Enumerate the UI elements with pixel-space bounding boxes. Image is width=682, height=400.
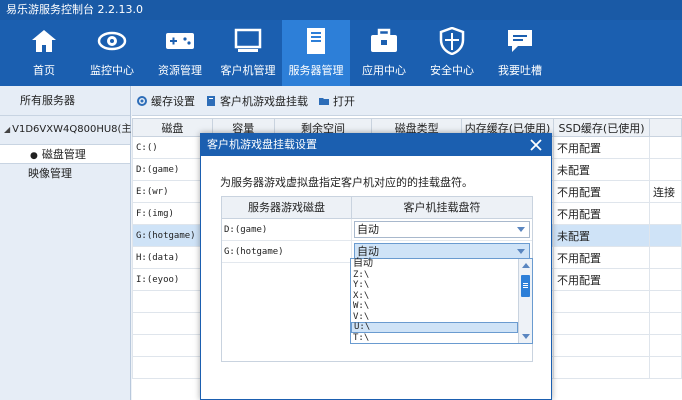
nav-home[interactable]: 首页 (10, 20, 78, 86)
cell-extra (648, 224, 682, 247)
cell-extra (648, 246, 682, 269)
nav-security-center-label: 安全中心 (430, 64, 474, 77)
cell-ssd: 不用配置 (553, 268, 650, 291)
toolbox-icon (369, 26, 399, 56)
disk-icon (205, 95, 217, 107)
server-icon (301, 26, 331, 56)
nav-home-label: 首页 (33, 64, 55, 77)
close-icon[interactable] (529, 138, 543, 152)
dialog-description: 为服务器游戏虚拟盘指定客户机对应的的挂载盘符。 (220, 176, 473, 189)
nav-server-management-label: 服务器管理 (288, 64, 344, 77)
cell-extra (648, 158, 682, 181)
nav-feedback[interactable]: 我要吐槽 (486, 20, 554, 86)
cell-extra (648, 202, 682, 225)
nav-client-management[interactable]: 客户机管理 (214, 20, 282, 86)
client-disk-mount-label: 客户机游戏盘挂载 (220, 94, 308, 108)
sidebar-item-disk-management[interactable]: ● 磁盘管理 (0, 144, 130, 164)
dialog-title: 客户机游戏盘挂载设置 (207, 138, 317, 151)
monitor-icon (233, 26, 263, 56)
dialog-title-bar: 客户机游戏盘挂载设置 (201, 134, 551, 156)
sidebar-item-label: 映像管理 (28, 167, 72, 180)
drive-letter-dropdown: 自动 Z:\ Y:\ X:\ W:\ V:\ U:\ T:\ (350, 258, 533, 344)
nav-resource-management-label: 资源管理 (158, 64, 202, 77)
eye-icon (97, 26, 127, 56)
chevron-down-icon[interactable] (522, 334, 530, 339)
dropdown-scrollbar[interactable] (518, 259, 532, 343)
dropdown-option[interactable]: Y:\ (351, 280, 518, 291)
window-title: 易乐游服务控制台 2.2.13.0 (0, 0, 682, 20)
sidebar-server[interactable]: ◢ V1D6VXW4Q800HU8(主) (0, 116, 135, 144)
dropdown-option[interactable]: U:\ (351, 322, 518, 333)
col-server-disk: 服务器游戏磁盘 (222, 197, 352, 218)
nav-resource-management[interactable]: 资源管理 (146, 20, 214, 86)
dropdown-option[interactable]: T:\ (351, 333, 518, 344)
shield-icon (437, 26, 467, 56)
col-client-letter: 客户机挂载盘符 (403, 201, 481, 214)
dropdown-option[interactable]: Z:\ (351, 270, 518, 281)
sidebar-item-image-management[interactable]: 映像管理 (0, 164, 130, 184)
sidebar: 所有服务器 ◢ V1D6VXW4Q800HU8(主) ● 磁盘管理 映像管理 (0, 86, 135, 400)
mount-row[interactable]: D:(game) 自动 (222, 219, 532, 241)
cell-extra: 连接 (648, 180, 682, 203)
nav-monitor-center-label: 监控中心 (90, 64, 134, 77)
dropdown-option[interactable]: V:\ (351, 312, 518, 323)
cache-settings-label: 缓存设置 (151, 94, 195, 108)
gamepad-icon (165, 26, 195, 56)
cache-settings-button[interactable]: 缓存设置 (136, 93, 195, 109)
chevron-down-icon[interactable] (517, 227, 525, 232)
top-nav: 首页 监控中心 资源管理 客户机管理 服务器管理 应用中心 安全中心 我要吐槽 (0, 20, 682, 86)
drive-letter-select[interactable]: 自动 (354, 221, 530, 238)
nav-app-center[interactable]: 应用中心 (350, 20, 418, 86)
cell-ssd: 不用配置 (553, 180, 650, 203)
chevron-down-icon[interactable] (517, 249, 525, 254)
cell-extra (648, 136, 682, 159)
cell-ssd: 不用配置 (553, 246, 650, 269)
dropdown-options: 自动 Z:\ Y:\ X:\ W:\ V:\ U:\ T:\ (351, 258, 518, 344)
dropdown-option[interactable]: W:\ (351, 301, 518, 312)
sidebar-header[interactable]: 所有服务器 (0, 86, 130, 116)
col-extra[interactable] (648, 118, 682, 137)
cell-extra (648, 268, 682, 291)
chevron-up-icon[interactable] (522, 263, 530, 268)
sidebar-server-label: V1D6VXW4Q800HU8(主) (12, 124, 136, 135)
mount-table-header: 服务器游戏磁盘 客户机挂载盘符 (222, 197, 532, 219)
nav-server-management[interactable]: 服务器管理 (282, 20, 350, 86)
open-label: 打开 (333, 94, 355, 108)
sidebar-item-label: 磁盘管理 (41, 148, 86, 161)
bullet-icon: ● (30, 151, 38, 161)
cell-ssd: 未配置 (553, 224, 650, 247)
cell-ssd: 不用配置 (553, 136, 650, 159)
chevron-down-icon[interactable]: ◢ (4, 116, 10, 144)
nav-client-management-label: 客户机管理 (220, 64, 276, 77)
col-ssd-cache[interactable]: SSD缓存(已使用) (553, 118, 650, 137)
cell-ssd: 未配置 (553, 158, 650, 181)
nav-app-center-label: 应用中心 (362, 64, 406, 77)
drive-letter-value: 自动 (357, 245, 379, 258)
mount-row-disk: D:(game) (222, 219, 352, 240)
dropdown-option[interactable]: X:\ (351, 291, 518, 302)
scrollbar-thumb[interactable] (521, 275, 530, 297)
home-icon (29, 26, 59, 56)
nav-security-center[interactable]: 安全中心 (418, 20, 486, 86)
chat-icon (505, 26, 535, 56)
open-button[interactable]: 打开 (318, 93, 355, 109)
toolbar: 缓存设置 客户机游戏盘挂载 打开 (132, 86, 682, 116)
client-disk-mount-button[interactable]: 客户机游戏盘挂载 (205, 93, 308, 109)
cell-ssd: 不用配置 (553, 202, 650, 225)
drive-letter-value: 自动 (357, 223, 379, 236)
nav-monitor-center[interactable]: 监控中心 (78, 20, 146, 86)
gear-icon (136, 95, 148, 107)
dropdown-option[interactable]: 自动 (351, 258, 518, 270)
mount-row-disk: G:(hotgame) (222, 241, 352, 262)
nav-feedback-label: 我要吐槽 (498, 64, 542, 77)
folder-icon (318, 95, 330, 107)
